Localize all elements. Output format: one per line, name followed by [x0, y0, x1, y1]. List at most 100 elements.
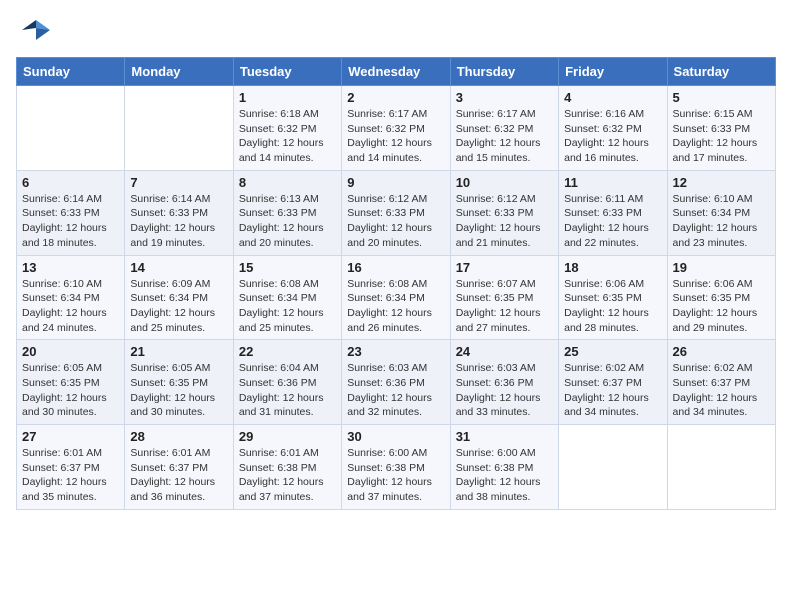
cell-info: Sunrise: 6:10 AM [22, 277, 119, 292]
cell-info: Sunset: 6:36 PM [456, 376, 553, 391]
cell-info: Sunset: 6:35 PM [564, 291, 661, 306]
day-number: 7 [130, 175, 227, 190]
calendar-cell: 16Sunrise: 6:08 AMSunset: 6:34 PMDayligh… [342, 255, 450, 340]
day-number: 16 [347, 260, 444, 275]
cell-info: Daylight: 12 hours and 34 minutes. [564, 391, 661, 420]
calendar-cell: 27Sunrise: 6:01 AMSunset: 6:37 PMDayligh… [17, 425, 125, 510]
day-number: 25 [564, 344, 661, 359]
cell-info: Sunset: 6:34 PM [347, 291, 444, 306]
calendar-cell: 9 Sunrise: 6:12 AMSunset: 6:33 PMDaylight… [342, 170, 450, 255]
cell-info: Daylight: 12 hours and 17 minutes. [673, 136, 770, 165]
day-number: 27 [22, 429, 119, 444]
calendar-cell: 14 Sunrise: 6:09 AMSunset: 6:34 PMDayligh… [125, 255, 233, 340]
cell-info: Sunset: 6:37 PM [564, 376, 661, 391]
page-header [16, 16, 776, 49]
calendar-table: SundayMondayTuesdayWednesdayThursdayFrid… [16, 57, 776, 510]
calendar-cell [559, 425, 667, 510]
day-header-tuesday: Tuesday [233, 58, 341, 86]
cell-info: Daylight: 12 hours and 30 minutes. [130, 391, 227, 420]
cell-info: Sunrise: 6:12 AM [347, 192, 444, 207]
calendar-cell: 20Sunrise: 6:05 AMSunset: 6:35 PMDayligh… [17, 340, 125, 425]
cell-info: Sunset: 6:37 PM [22, 461, 119, 476]
day-number: 9 [347, 175, 444, 190]
cell-info: Sunrise: 6:00 AM [347, 446, 444, 461]
day-number: 13 [22, 260, 119, 275]
cell-info: Daylight: 12 hours and 30 minutes. [22, 391, 119, 420]
cell-info: Sunrise: 6:01 AM [239, 446, 336, 461]
day-number: 21 [130, 344, 227, 359]
calendar-cell: 8Sunrise: 6:13 AMSunset: 6:33 PMDaylight… [233, 170, 341, 255]
calendar-cell: 15Sunrise: 6:08 AMSunset: 6:34 PMDayligh… [233, 255, 341, 340]
calendar-cell [17, 86, 125, 171]
logo-bird-icon [22, 16, 50, 49]
cell-info: Daylight: 12 hours and 19 minutes. [130, 221, 227, 250]
cell-info: Daylight: 12 hours and 21 minutes. [456, 221, 553, 250]
day-number: 19 [673, 260, 770, 275]
calendar-cell: 12Sunrise: 6:10 AMSunset: 6:34 PMDayligh… [667, 170, 775, 255]
calendar-cell: 17Sunrise: 6:07 AMSunset: 6:35 PMDayligh… [450, 255, 558, 340]
cell-info: Sunrise: 6:11 AM [564, 192, 661, 207]
cell-info: Sunset: 6:35 PM [130, 376, 227, 391]
cell-info: Sunrise: 6:03 AM [347, 361, 444, 376]
cell-info: Daylight: 12 hours and 29 minutes. [673, 306, 770, 335]
day-header-friday: Friday [559, 58, 667, 86]
cell-info: Sunrise: 6:05 AM [22, 361, 119, 376]
day-number: 23 [347, 344, 444, 359]
day-number: 14 [130, 260, 227, 275]
day-header-wednesday: Wednesday [342, 58, 450, 86]
cell-info: Sunrise: 6:10 AM [673, 192, 770, 207]
day-header-monday: Monday [125, 58, 233, 86]
cell-info: Daylight: 12 hours and 25 minutes. [239, 306, 336, 335]
cell-info: Sunset: 6:35 PM [456, 291, 553, 306]
cell-info: Daylight: 12 hours and 22 minutes. [564, 221, 661, 250]
cell-info: Daylight: 12 hours and 15 minutes. [456, 136, 553, 165]
calendar-cell: 23Sunrise: 6:03 AMSunset: 6:36 PMDayligh… [342, 340, 450, 425]
cell-info: Daylight: 12 hours and 35 minutes. [22, 475, 119, 504]
cell-info: Daylight: 12 hours and 24 minutes. [22, 306, 119, 335]
cell-info: Daylight: 12 hours and 38 minutes. [456, 475, 553, 504]
calendar-cell: 29Sunrise: 6:01 AMSunset: 6:38 PMDayligh… [233, 425, 341, 510]
day-number: 26 [673, 344, 770, 359]
cell-info: Daylight: 12 hours and 27 minutes. [456, 306, 553, 335]
cell-info: Sunrise: 6:16 AM [564, 107, 661, 122]
cell-info: Sunrise: 6:06 AM [673, 277, 770, 292]
calendar-cell: 11Sunrise: 6:11 AMSunset: 6:33 PMDayligh… [559, 170, 667, 255]
cell-info: Sunrise: 6:07 AM [456, 277, 553, 292]
cell-info: Sunset: 6:33 PM [239, 206, 336, 221]
cell-info: Sunset: 6:32 PM [347, 122, 444, 137]
day-number: 3 [456, 90, 553, 105]
cell-info: Sunrise: 6:06 AM [564, 277, 661, 292]
cell-info: Sunrise: 6:03 AM [456, 361, 553, 376]
cell-info: Sunset: 6:33 PM [347, 206, 444, 221]
calendar-cell: 26Sunrise: 6:02 AMSunset: 6:37 PMDayligh… [667, 340, 775, 425]
cell-info: Sunrise: 6:08 AM [239, 277, 336, 292]
calendar-cell: 22Sunrise: 6:04 AMSunset: 6:36 PMDayligh… [233, 340, 341, 425]
calendar-week-row: 27Sunrise: 6:01 AMSunset: 6:37 PMDayligh… [17, 425, 776, 510]
cell-info: Daylight: 12 hours and 20 minutes. [347, 221, 444, 250]
calendar-cell: 1Sunrise: 6:18 AMSunset: 6:32 PMDaylight… [233, 86, 341, 171]
cell-info: Sunrise: 6:02 AM [673, 361, 770, 376]
cell-info: Daylight: 12 hours and 37 minutes. [239, 475, 336, 504]
day-number: 1 [239, 90, 336, 105]
cell-info: Daylight: 12 hours and 16 minutes. [564, 136, 661, 165]
day-number: 15 [239, 260, 336, 275]
cell-info: Sunrise: 6:09 AM [130, 277, 227, 292]
cell-info: Daylight: 12 hours and 31 minutes. [239, 391, 336, 420]
calendar-cell: 24Sunrise: 6:03 AMSunset: 6:36 PMDayligh… [450, 340, 558, 425]
logo [16, 16, 50, 49]
cell-info: Sunrise: 6:12 AM [456, 192, 553, 207]
cell-info: Daylight: 12 hours and 32 minutes. [347, 391, 444, 420]
calendar-cell: 19Sunrise: 6:06 AMSunset: 6:35 PMDayligh… [667, 255, 775, 340]
cell-info: Sunset: 6:34 PM [130, 291, 227, 306]
cell-info: Daylight: 12 hours and 25 minutes. [130, 306, 227, 335]
day-number: 8 [239, 175, 336, 190]
day-number: 11 [564, 175, 661, 190]
cell-info: Daylight: 12 hours and 23 minutes. [673, 221, 770, 250]
cell-info: Sunrise: 6:08 AM [347, 277, 444, 292]
cell-info: Sunset: 6:38 PM [456, 461, 553, 476]
cell-info: Sunrise: 6:17 AM [347, 107, 444, 122]
day-header-thursday: Thursday [450, 58, 558, 86]
calendar-cell: 21Sunrise: 6:05 AMSunset: 6:35 PMDayligh… [125, 340, 233, 425]
day-number: 22 [239, 344, 336, 359]
cell-info: Sunrise: 6:04 AM [239, 361, 336, 376]
